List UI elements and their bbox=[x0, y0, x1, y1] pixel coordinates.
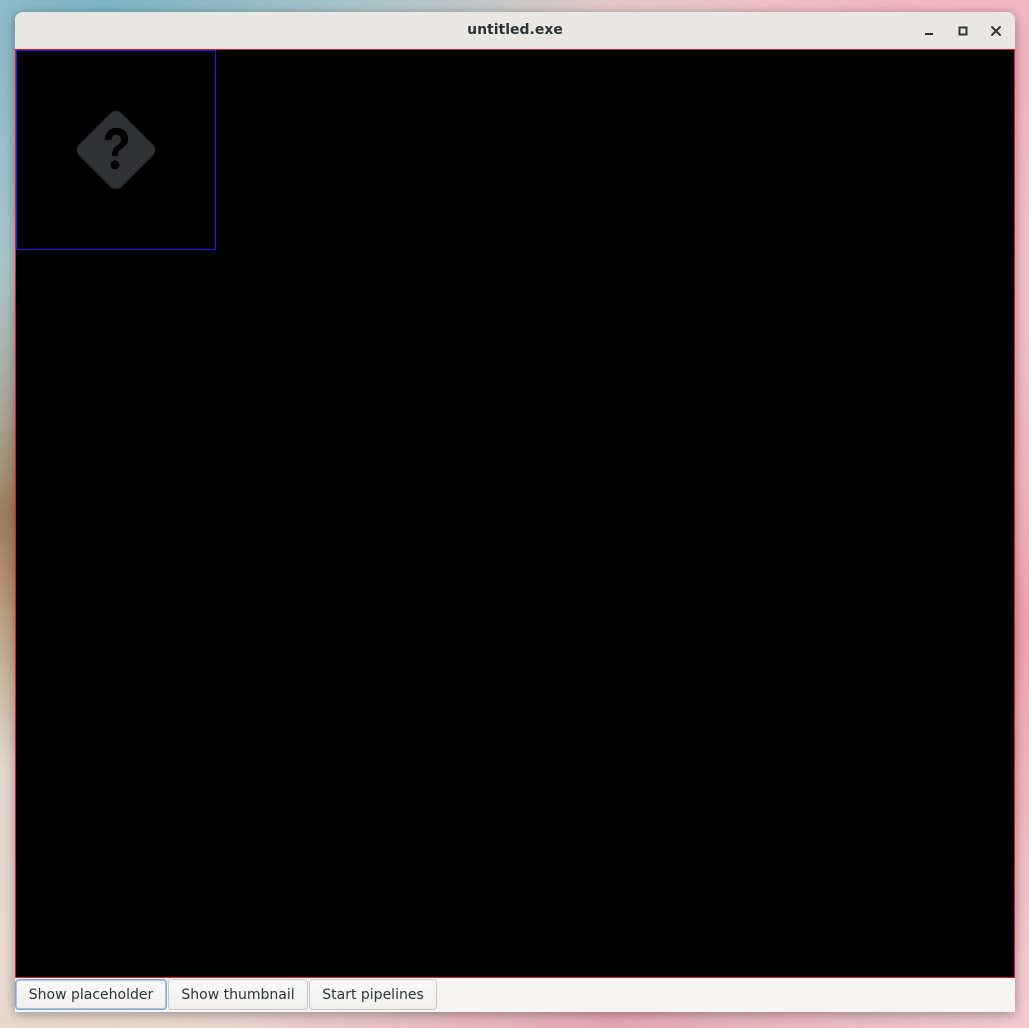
placeholder-frame bbox=[16, 50, 216, 250]
missing-image-icon bbox=[76, 110, 156, 190]
show-placeholder-button[interactable]: Show placeholder bbox=[15, 979, 167, 1010]
window-title: untitled.exe bbox=[467, 22, 563, 38]
show-thumbnail-button[interactable]: Show thumbnail bbox=[168, 979, 308, 1010]
title-bar[interactable]: untitled.exe bbox=[15, 12, 1015, 50]
start-pipelines-button[interactable]: Start pipelines bbox=[309, 979, 437, 1010]
bottom-toolbar: Show placeholder Show thumbnail Start pi… bbox=[15, 978, 1015, 1012]
minimize-button[interactable] bbox=[918, 20, 940, 42]
maximize-icon bbox=[958, 26, 968, 36]
close-button[interactable] bbox=[985, 20, 1007, 42]
app-window: untitled.exe Show placeholder Show thumb… bbox=[15, 12, 1015, 1012]
maximize-button[interactable] bbox=[952, 20, 974, 42]
minimize-icon bbox=[925, 33, 933, 35]
video-canvas[interactable] bbox=[15, 49, 1015, 978]
close-icon bbox=[991, 26, 1001, 36]
